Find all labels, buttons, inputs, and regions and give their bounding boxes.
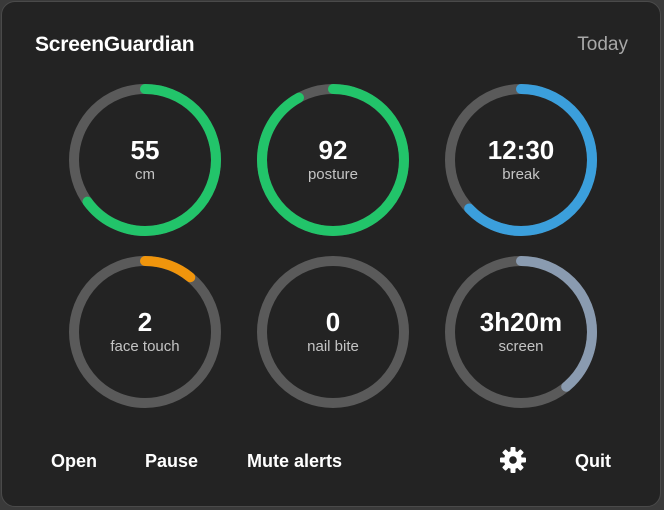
distance-value: 55 <box>130 135 160 165</box>
screen-time-value: 3h20m <box>479 307 563 337</box>
nail-bite-label: nail bite <box>307 338 359 355</box>
face-touch-value: 2 <box>137 307 153 337</box>
open-button[interactable]: Open <box>51 450 97 472</box>
posture-label: posture <box>307 166 359 183</box>
period-label: Today <box>577 34 628 55</box>
distance-label: cm <box>135 166 155 183</box>
gear-icon-graphic <box>500 447 526 473</box>
ring-break: 12:30 break <box>441 80 601 240</box>
ring-nail-bite: 0 nail bite <box>253 252 413 412</box>
ring-distance: 55 cm <box>65 80 225 240</box>
gear-icon[interactable] <box>499 446 527 474</box>
break-value: 12:30 <box>487 135 555 165</box>
ring-face-touch: 2 face touch <box>65 252 225 412</box>
posture-value: 92 <box>318 135 348 165</box>
ring-posture: 92 posture <box>253 80 413 240</box>
app-title: ScreenGuardian <box>35 33 195 56</box>
break-label: break <box>502 166 540 183</box>
nail-bite-value: 0 <box>325 307 341 337</box>
quit-button[interactable]: Quit <box>575 450 611 472</box>
screen-time-label: screen <box>498 338 544 355</box>
ring-screen-time: 3h20m screen <box>441 252 601 412</box>
mute-alerts-button[interactable]: Mute alerts <box>247 450 342 472</box>
app-panel: ScreenGuardian Today 55 cm 92 posture 12… <box>1 1 661 507</box>
pause-button[interactable]: Pause <box>145 450 198 472</box>
face-touch-label: face touch <box>110 338 180 355</box>
